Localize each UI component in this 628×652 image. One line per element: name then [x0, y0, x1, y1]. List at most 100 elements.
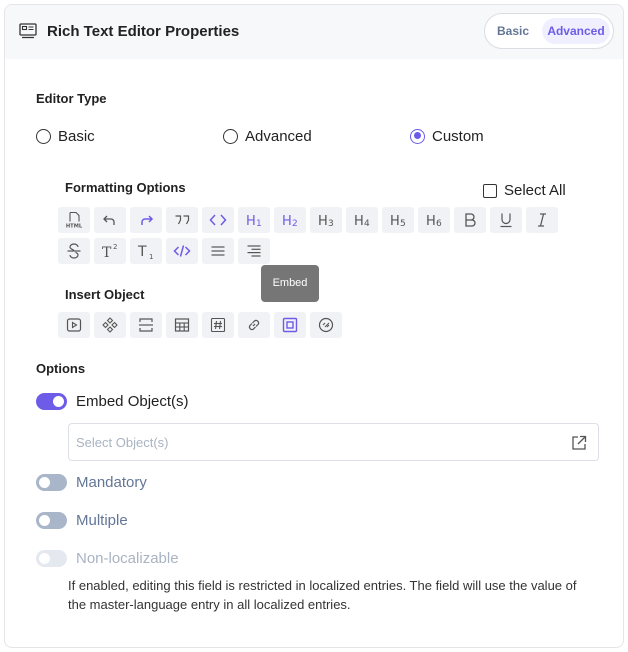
heading-5-icon: H 5	[390, 214, 406, 229]
tool-blockquote-button[interactable]	[166, 207, 198, 233]
options-label: Options	[36, 361, 86, 376]
select-objects-placeholder: Select Object(s)	[76, 435, 169, 450]
radio-advanced-label: Advanced	[245, 127, 312, 145]
embed-objects-toggle[interactable]	[36, 393, 67, 410]
tool-code-block-button[interactable]	[166, 238, 198, 264]
link-icon	[248, 319, 260, 331]
reference-icon	[318, 317, 334, 333]
mode-switch: Basic Advanced	[484, 13, 614, 49]
tool-widget-button[interactable]	[94, 312, 126, 338]
heading-6-icon: H 6	[426, 214, 442, 229]
html-icon: HTML	[66, 211, 83, 230]
tab-advanced[interactable]: Advanced	[542, 18, 610, 44]
svg-text:H: H	[318, 214, 328, 229]
formatting-options-label: Formatting Options	[65, 180, 186, 195]
svg-text:5: 5	[400, 219, 406, 229]
video-icon	[66, 318, 82, 332]
external-link-icon[interactable]	[570, 434, 588, 452]
select-objects-field[interactable]: Select Object(s)	[68, 423, 599, 461]
underline-icon	[500, 213, 512, 228]
tool-superscript-button[interactable]: T 2	[94, 238, 126, 264]
tool-video-button[interactable]	[58, 312, 90, 338]
tool-table-button[interactable]	[166, 312, 198, 338]
strikethrough-icon	[67, 243, 81, 259]
svg-text:H: H	[354, 214, 364, 229]
non-localizable-label: Non-localizable	[76, 550, 179, 567]
heading-4-icon: H 4	[354, 214, 370, 229]
radio-custom-circle[interactable]	[410, 128, 425, 144]
tool-link-button[interactable]	[238, 312, 270, 338]
toggle-knob	[39, 477, 50, 488]
properties-icon	[19, 23, 37, 39]
tool-h5-button[interactable]: H 5	[382, 207, 414, 233]
radio-basic-circle[interactable]	[36, 128, 51, 144]
embed-objects-label: Embed Object(s)	[76, 393, 189, 410]
select-all-box[interactable]	[483, 183, 497, 198]
tool-h3-button[interactable]: H 3	[310, 207, 342, 233]
radio-basic[interactable]: Basic	[36, 126, 95, 146]
tool-h1-button[interactable]: H 1	[238, 207, 270, 233]
svg-text:HTML: HTML	[66, 224, 83, 230]
tool-strikethrough-button[interactable]	[58, 238, 90, 264]
align-justify-icon	[211, 246, 225, 256]
tool-subscript-button[interactable]: T 1	[130, 238, 162, 264]
tool-italic-button[interactable]	[526, 207, 558, 233]
page-title: Rich Text Editor Properties	[47, 23, 240, 40]
svg-text:H: H	[390, 214, 400, 229]
panel-header: Rich Text Editor Properties Basic Advanc…	[5, 5, 623, 59]
toggle-knob	[39, 553, 50, 564]
tool-reference-button[interactable]	[310, 312, 342, 338]
tool-align-right-button[interactable]	[238, 238, 270, 264]
tool-redo-button[interactable]	[130, 207, 162, 233]
bold-icon	[465, 213, 476, 227]
tool-bold-button[interactable]	[454, 207, 486, 233]
blockquote-icon	[175, 215, 190, 225]
redo-icon	[141, 215, 154, 225]
tab-basic[interactable]: Basic	[490, 18, 536, 44]
tool-underline-button[interactable]	[490, 207, 522, 233]
editor-type-label: Editor Type	[36, 91, 107, 106]
superscript-icon: T 2	[102, 243, 117, 260]
heading-3-icon: H 3	[318, 214, 334, 229]
non-localizable-help-text: If enabled, editing this field is restri…	[68, 578, 577, 612]
subscript-icon: T 1	[137, 244, 153, 260]
svg-text:1: 1	[149, 253, 153, 260]
mandatory-label: Mandatory	[76, 474, 147, 491]
svg-text:6: 6	[436, 219, 442, 229]
multiple-toggle[interactable]	[36, 512, 67, 529]
heading-2-icon: H 2	[282, 214, 298, 229]
insert-object-label: Insert Object	[65, 287, 145, 302]
radio-advanced[interactable]: Advanced	[223, 126, 312, 146]
svg-text:T: T	[102, 245, 112, 260]
svg-text:2: 2	[292, 219, 298, 229]
svg-text:4: 4	[364, 219, 370, 229]
svg-text:H: H	[246, 214, 256, 229]
embed-icon	[282, 317, 298, 333]
tool-divider-button[interactable]	[130, 312, 162, 338]
table-icon	[174, 318, 190, 332]
undo-icon	[103, 215, 115, 225]
select-all-checkbox[interactable]: Select All	[483, 182, 566, 199]
tool-embed-button[interactable]	[274, 312, 306, 338]
radio-basic-label: Basic	[58, 127, 95, 145]
tool-h6-button[interactable]: H 6	[418, 207, 450, 233]
tool-html-button[interactable]: HTML	[58, 207, 90, 233]
mandatory-toggle[interactable]	[36, 474, 67, 491]
widget-icon	[102, 317, 118, 333]
svg-text:T: T	[137, 244, 147, 260]
heading-1-icon: H 1	[246, 214, 262, 229]
svg-text:2: 2	[113, 243, 117, 251]
tool-hashtag-button[interactable]	[202, 312, 234, 338]
toggle-knob	[53, 396, 64, 407]
embed-tooltip: Embed	[261, 265, 319, 302]
multiple-label: Multiple	[76, 512, 128, 529]
toggle-knob	[39, 515, 50, 526]
tool-code-button[interactable]	[202, 207, 234, 233]
radio-advanced-circle[interactable]	[223, 128, 238, 144]
tool-undo-button[interactable]	[94, 207, 126, 233]
tool-align-justify-button[interactable]	[202, 238, 234, 264]
radio-custom[interactable]: Custom	[410, 126, 484, 146]
tool-h4-button[interactable]: H 4	[346, 207, 378, 233]
tool-h2-button[interactable]: H 2	[274, 207, 306, 233]
non-localizable-toggle	[36, 550, 67, 567]
